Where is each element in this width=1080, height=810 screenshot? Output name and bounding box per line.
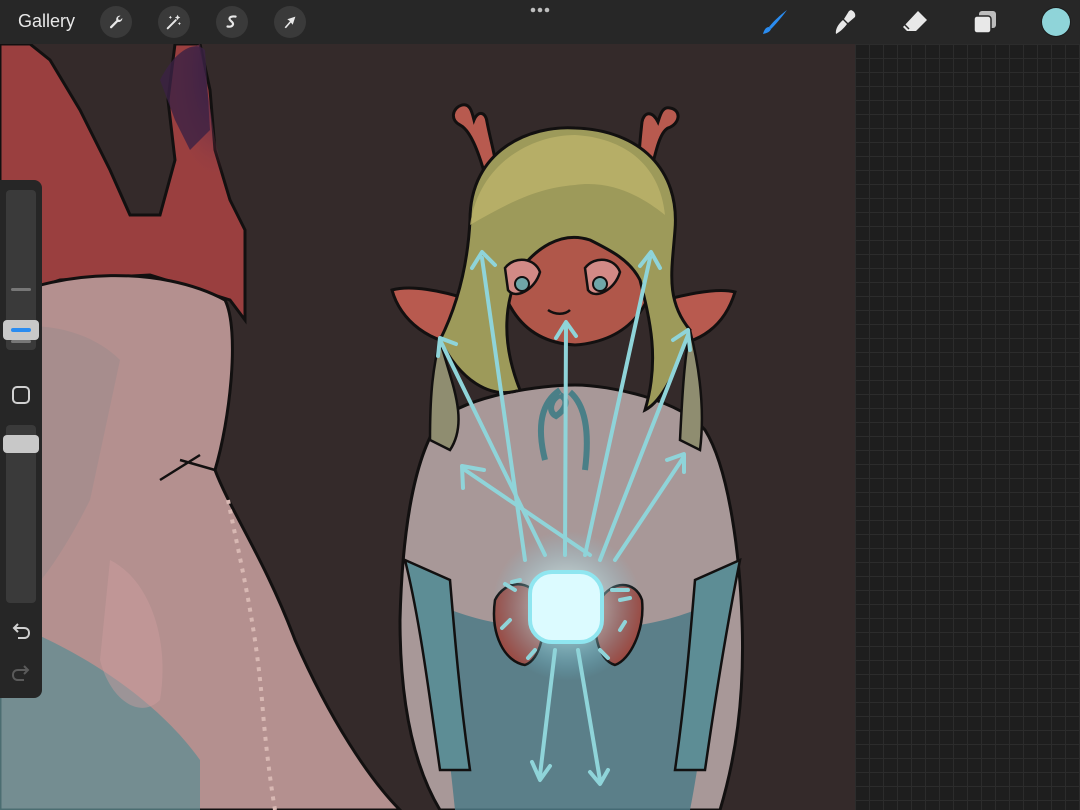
left-sidebar: [0, 180, 42, 698]
canvas-artwork[interactable]: [0, 44, 855, 810]
wrench-icon[interactable]: [100, 6, 132, 38]
undo-icon[interactable]: [10, 620, 32, 642]
square-outline-icon[interactable]: [11, 385, 31, 405]
three-dots-icon[interactable]: [528, 2, 552, 16]
opacity-slider[interactable]: [3, 425, 39, 603]
selection-s-icon[interactable]: [216, 6, 248, 38]
redo-icon[interactable]: [10, 662, 32, 684]
eraser-icon[interactable]: [900, 7, 930, 37]
color-picker-button[interactable]: [1042, 8, 1070, 36]
brush-size-thumb[interactable]: [3, 320, 39, 340]
brush-size-slider[interactable]: [3, 190, 39, 350]
smudge-icon[interactable]: [830, 7, 860, 37]
arrow-cursor-icon[interactable]: [274, 6, 306, 38]
brush-icon[interactable]: [760, 7, 790, 37]
opacity-thumb[interactable]: [3, 435, 39, 453]
gallery-button[interactable]: Gallery: [18, 11, 75, 32]
top-toolbar: Gallery: [0, 0, 1080, 44]
magic-wand-icon[interactable]: [158, 6, 190, 38]
layers-icon[interactable]: [970, 7, 1000, 37]
canvas-grid-background: [855, 44, 1080, 810]
